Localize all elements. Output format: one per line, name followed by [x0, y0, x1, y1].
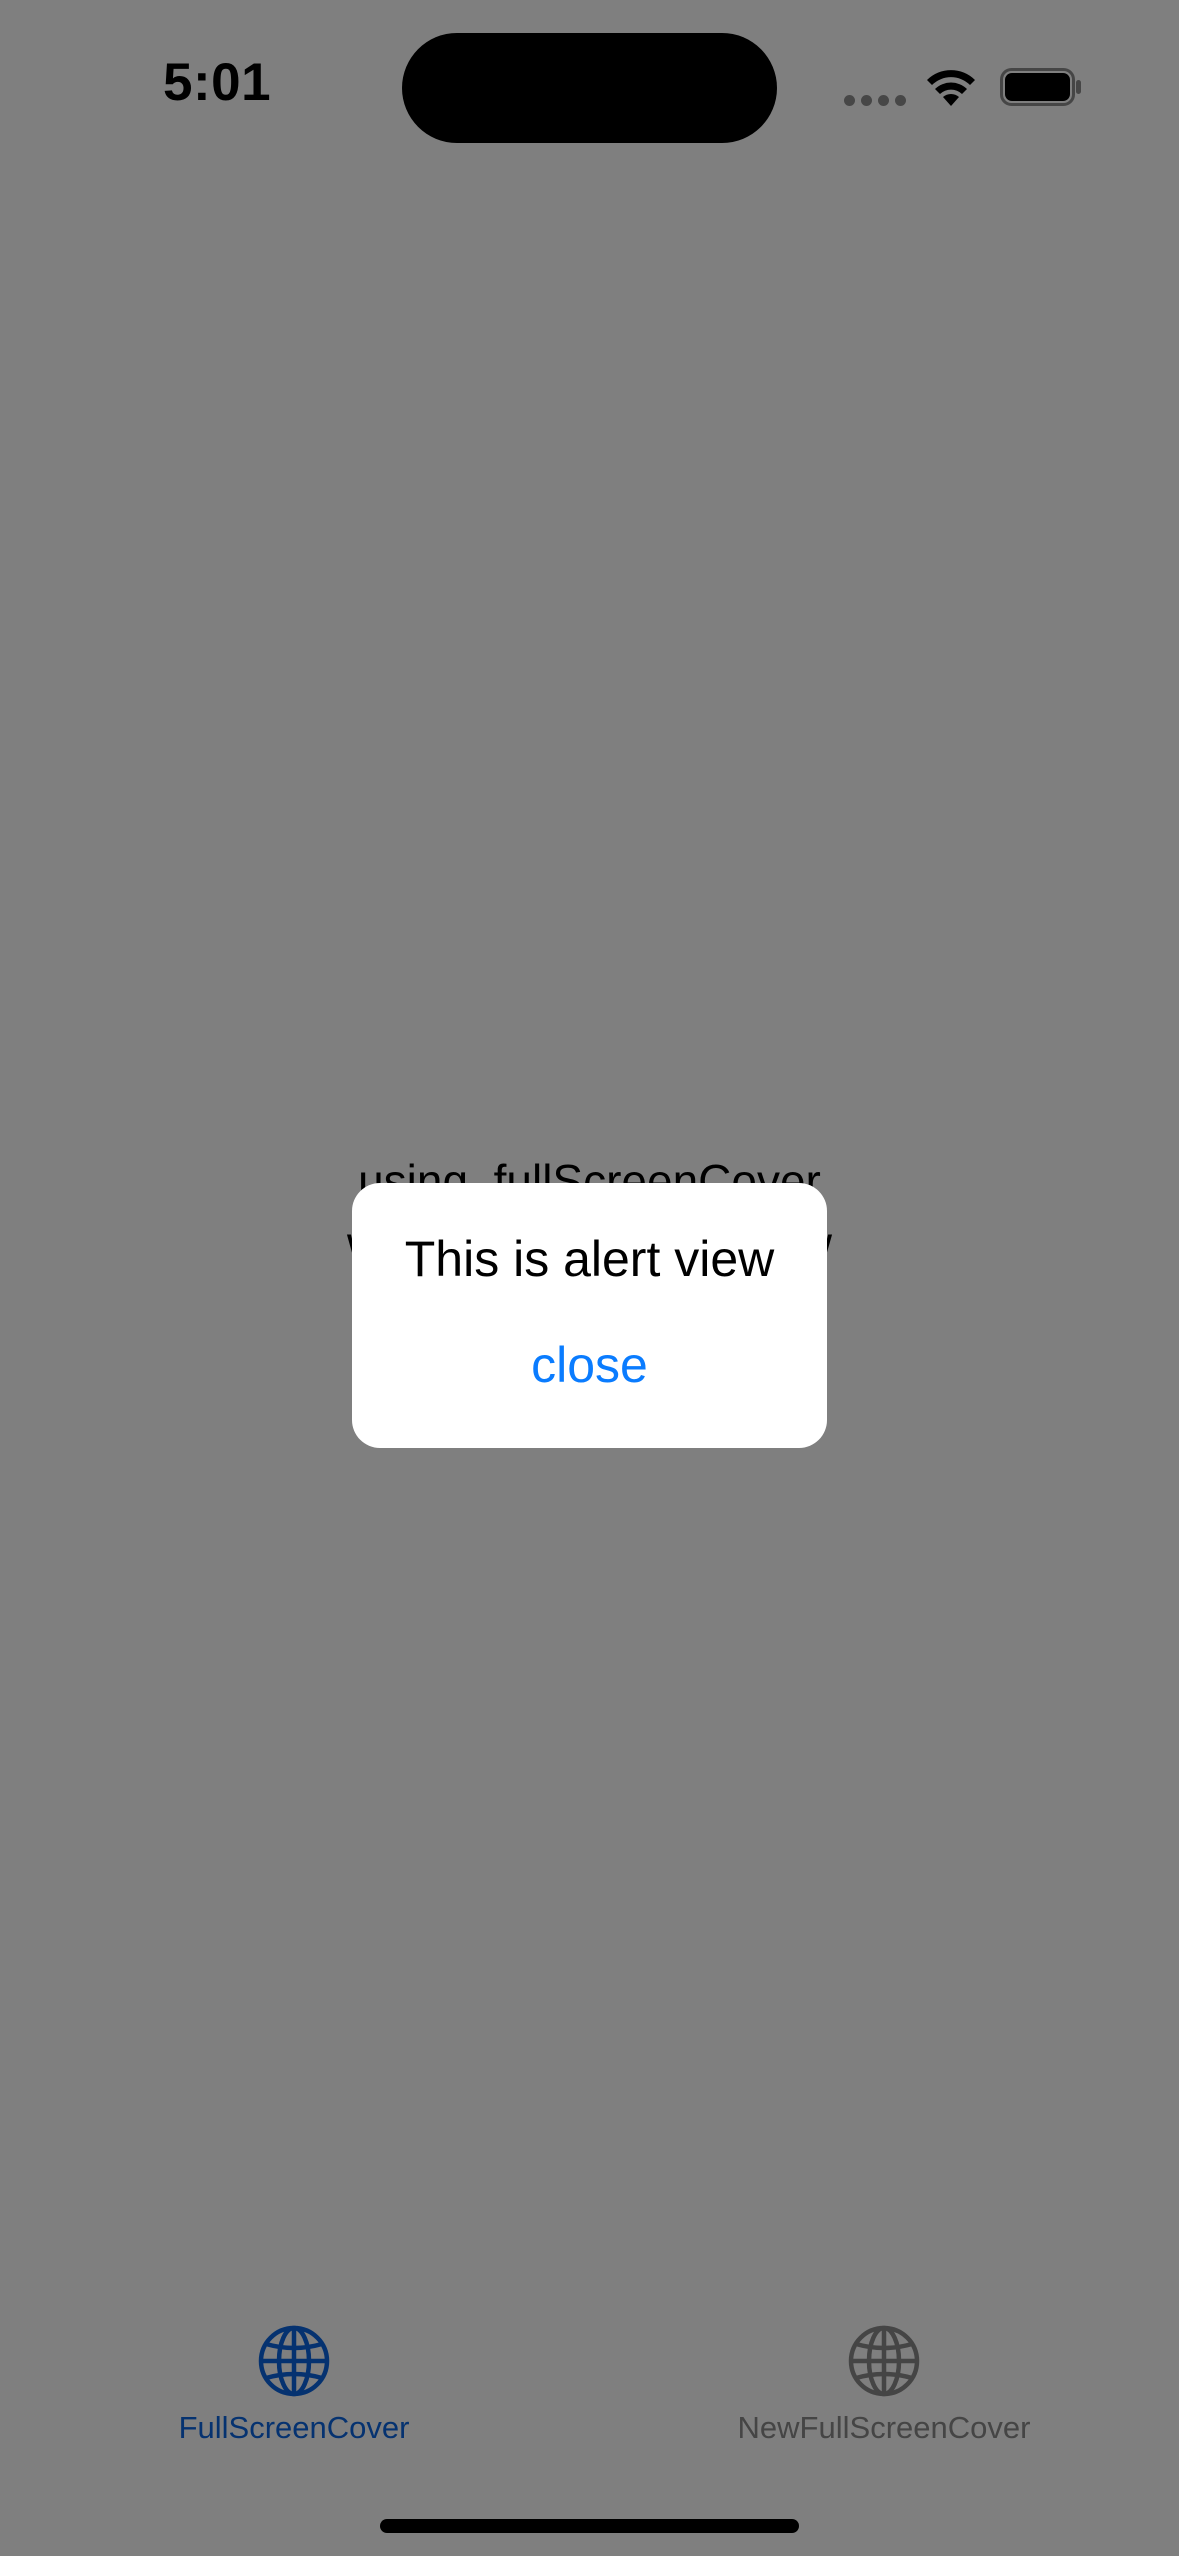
alert-title: This is alert view — [404, 1231, 775, 1287]
home-indicator[interactable] — [380, 2519, 799, 2533]
close-button[interactable]: close — [352, 1336, 827, 1394]
alert-dialog: This is alert view close — [352, 1183, 827, 1448]
dynamic-island — [402, 33, 777, 143]
